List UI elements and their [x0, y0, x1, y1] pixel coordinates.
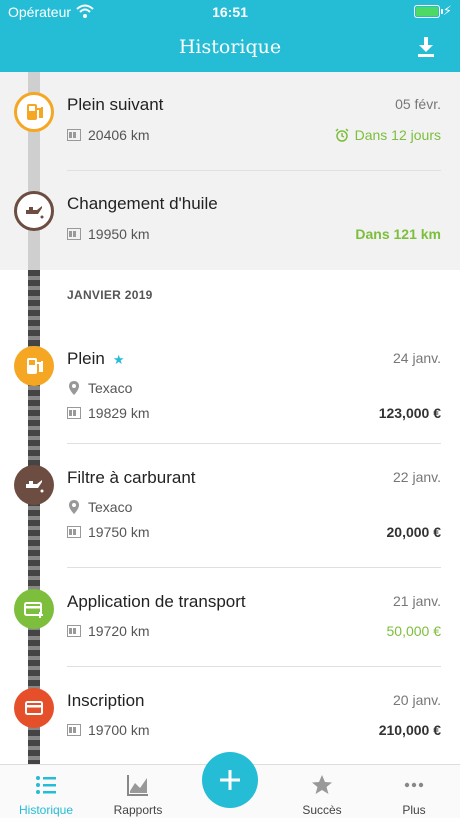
location-value: Texaco — [88, 499, 133, 515]
location-row: Texaco — [67, 380, 132, 396]
divider — [67, 567, 441, 568]
tab-label: Succès — [302, 803, 342, 817]
odometer-value: 19700 km — [88, 722, 150, 738]
location-pin-icon — [67, 500, 81, 514]
item-title: Inscription — [67, 691, 145, 710]
tab-succes[interactable]: Succès — [276, 765, 368, 818]
due-label: Dans 121 km — [355, 226, 441, 242]
odometer-icon — [67, 624, 81, 638]
tab-plus[interactable]: Plus — [368, 765, 460, 818]
location-row: Texaco — [67, 499, 132, 515]
fuel-pump-icon — [14, 346, 54, 386]
more-icon — [404, 782, 424, 788]
odometer-row: 19750 km — [67, 524, 149, 540]
due-label: Dans 12 jours — [354, 127, 441, 143]
odometer-row: 20406 km — [67, 127, 149, 143]
odometer-icon — [67, 723, 81, 737]
tab-label: Plus — [402, 803, 426, 817]
chart-icon — [127, 775, 148, 796]
page-title: Historique — [178, 36, 282, 58]
odometer-row: 19950 km — [67, 226, 149, 242]
odometer-value: 19720 km — [88, 623, 150, 639]
tab-historique[interactable]: Historique — [0, 765, 92, 818]
location-pin-icon — [67, 381, 81, 395]
download-icon[interactable] — [416, 36, 436, 58]
divider — [67, 666, 441, 667]
odometer-value: 20406 km — [88, 127, 150, 143]
status-bar: Opérateur 16:51 ⚡ — [0, 0, 460, 24]
odometer-icon — [67, 227, 81, 241]
item-title: Plein — [67, 349, 105, 368]
due-indicator: Dans 12 jours — [335, 127, 441, 143]
charging-icon: ⚡ — [442, 3, 452, 18]
item-title: Filtre à carburant — [67, 468, 196, 487]
oil-can-icon — [14, 465, 54, 505]
tab-rapports[interactable]: Rapports — [92, 765, 184, 818]
month-header: JANVIER 2019 — [67, 288, 153, 302]
odometer-icon — [67, 128, 81, 142]
odometer-value: 19829 km — [88, 405, 150, 421]
upcoming-section: Plein suivant 05 févr. 20406 km Dans 12 … — [0, 72, 460, 270]
battery-icon — [414, 5, 443, 18]
fuel-pump-icon — [14, 92, 54, 132]
oil-can-icon — [14, 191, 54, 231]
location-value: Texaco — [88, 380, 133, 396]
divider — [67, 443, 441, 444]
odometer-row: 19720 km — [67, 623, 149, 639]
item-date: 05 févr. — [395, 96, 441, 112]
odometer-value: 19750 km — [88, 524, 150, 540]
card-plus-icon — [14, 589, 54, 629]
item-date: 22 janv. — [393, 469, 441, 485]
full-tank-star-icon: ★ — [112, 352, 125, 367]
item-title: Application de transport — [67, 592, 246, 611]
star-icon — [312, 775, 332, 794]
plus-icon — [220, 770, 240, 790]
amount: 123,000 € — [378, 405, 441, 421]
item-date: 24 janv. — [393, 350, 441, 366]
add-entry-button[interactable] — [202, 752, 258, 808]
tab-label: Historique — [18, 803, 74, 817]
list-icon — [36, 776, 56, 794]
history-list: JANVIER 2019 Plein ★ 24 janv. Texaco 1982… — [0, 270, 460, 764]
odometer-row: 19829 km — [67, 405, 149, 421]
amount: 210,000 € — [378, 722, 441, 738]
divider — [67, 170, 441, 171]
amount: 20,000 € — [386, 524, 442, 540]
odometer-row: 19700 km — [67, 722, 149, 738]
odometer-value: 19950 km — [88, 226, 150, 242]
alarm-clock-icon — [335, 128, 349, 142]
item-title: Changement d'huile — [67, 194, 218, 213]
item-date: 21 janv. — [393, 593, 441, 609]
odometer-icon — [67, 406, 81, 420]
item-date: 20 janv. — [393, 692, 441, 708]
status-time: 16:51 — [212, 4, 248, 20]
tab-label: Rapports — [113, 803, 163, 817]
card-icon — [14, 688, 54, 728]
item-title-row: Plein ★ — [67, 349, 124, 369]
item-title: Plein suivant — [67, 95, 164, 114]
top-bar: Opérateur 16:51 ⚡ Historique — [0, 0, 460, 72]
amount: 50,000 € — [386, 623, 442, 639]
odometer-icon — [67, 525, 81, 539]
